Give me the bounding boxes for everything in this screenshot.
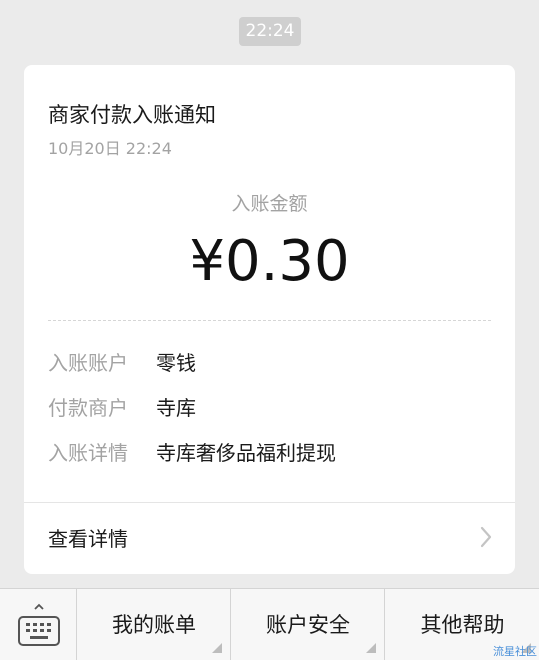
row-value: 寺库奢侈品福利提现 bbox=[156, 441, 336, 465]
watermark: 流星社区 bbox=[493, 645, 537, 658]
row-label: 付款商户 bbox=[48, 396, 128, 420]
submenu-indicator-icon bbox=[366, 643, 376, 653]
bottom-menu-bar: 我的账单 账户安全 其他帮助 流星社区 bbox=[0, 588, 539, 660]
notification-date: 10月20日 22:24 bbox=[48, 139, 172, 158]
amount-value: ¥0.30 bbox=[189, 229, 350, 294]
submenu-indicator-icon bbox=[212, 643, 222, 653]
menu-label: 账户安全 bbox=[266, 613, 350, 637]
notification-title: 商家付款入账通知 bbox=[48, 103, 216, 127]
view-details-link[interactable]: 查看详情 bbox=[24, 503, 515, 573]
keyboard-icon bbox=[18, 603, 60, 646]
amount-label: 入账金额 bbox=[231, 193, 308, 215]
menu-label: 其他帮助 bbox=[420, 613, 505, 637]
row-value: 零钱 bbox=[156, 351, 196, 375]
menu-label: 我的账单 bbox=[112, 613, 196, 637]
view-details-label: 查看详情 bbox=[48, 527, 128, 551]
row-details: 入账详情 寺库奢侈品福利提现 bbox=[48, 439, 336, 467]
row-account: 入账账户 零钱 bbox=[48, 349, 196, 377]
row-merchant: 付款商户 寺库 bbox=[48, 394, 196, 422]
row-value: 寺库 bbox=[156, 396, 196, 420]
keyboard-toggle-button[interactable] bbox=[0, 589, 77, 660]
payment-notification-card[interactable]: 商家付款入账通知 10月20日 22:24 入账金额 ¥0.30 入账账户 零钱 … bbox=[24, 65, 515, 574]
menu-my-bills[interactable]: 我的账单 bbox=[78, 589, 231, 660]
chevron-right-icon bbox=[480, 526, 492, 548]
message-timestamp: 22:24 bbox=[239, 17, 301, 46]
menu-account-security[interactable]: 账户安全 bbox=[232, 589, 385, 660]
dashed-divider bbox=[48, 320, 491, 321]
row-label: 入账账户 bbox=[48, 351, 128, 375]
row-label: 入账详情 bbox=[48, 441, 128, 465]
